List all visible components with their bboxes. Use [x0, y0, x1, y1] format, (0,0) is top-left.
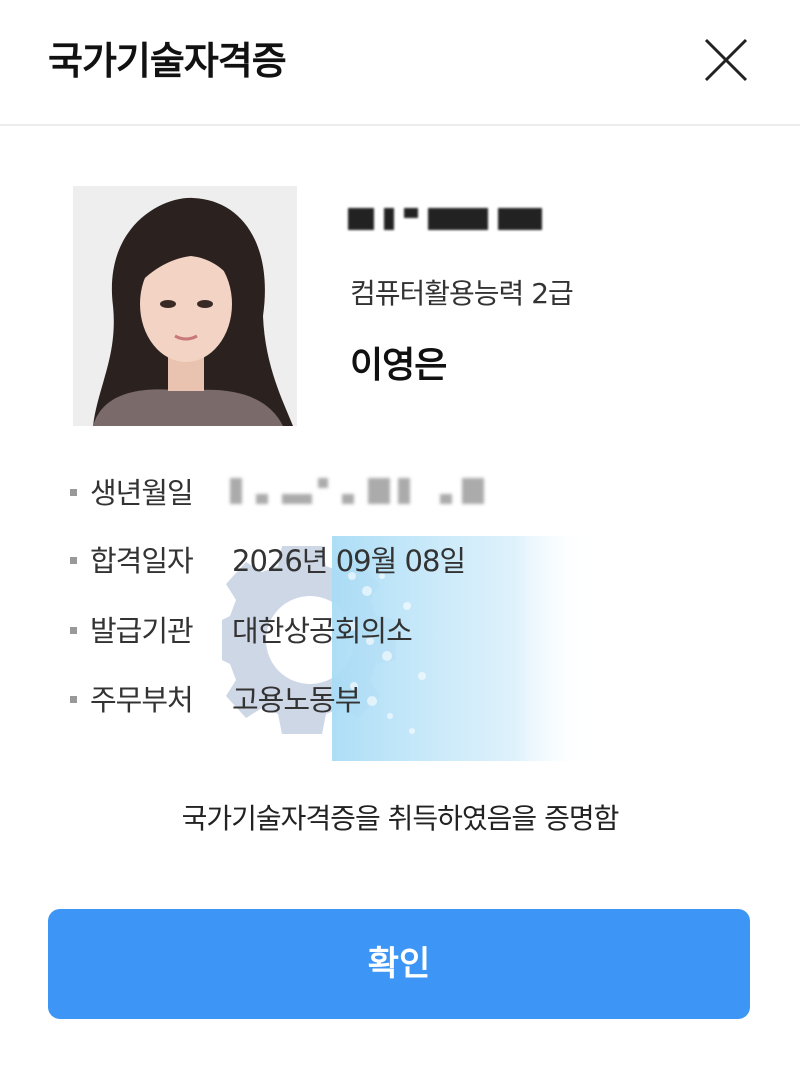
bullet-marker	[70, 696, 77, 703]
detail-value: 대한상공회의소	[232, 614, 413, 648]
detail-label: 생년월일	[90, 476, 194, 510]
detail-label: 주무부처	[90, 683, 194, 717]
detail-label: 합격일자	[90, 544, 194, 578]
modal-title: 국가기술자격증	[48, 39, 287, 83]
confirm-button[interactable]: 확인	[48, 909, 750, 1019]
holder-photo	[73, 186, 297, 426]
certification-statement: 국가기술자격증을 취득하였음을 증명함	[181, 802, 620, 835]
detail-label: 발급기관	[90, 614, 194, 648]
certificate-number-redacted	[348, 208, 548, 230]
bullet-marker	[70, 489, 77, 496]
certificate-name: 컴퓨터활용능력 2급	[350, 277, 574, 310]
certificate-modal: 국가기술자격증 컴퓨터활용능력 2급 이영은 생년월일 합격일자 2026년 0…	[0, 0, 800, 1067]
bullet-marker	[70, 627, 77, 634]
modal-header: 국가기술자격증	[0, 0, 800, 126]
close-icon[interactable]	[700, 34, 752, 86]
detail-value: 2026년 09월 08일	[232, 544, 466, 578]
holder-name: 이영은	[350, 345, 447, 386]
detail-value: 고용노동부	[232, 683, 361, 717]
birthdate-redacted	[230, 478, 530, 504]
bullet-marker	[70, 557, 77, 564]
